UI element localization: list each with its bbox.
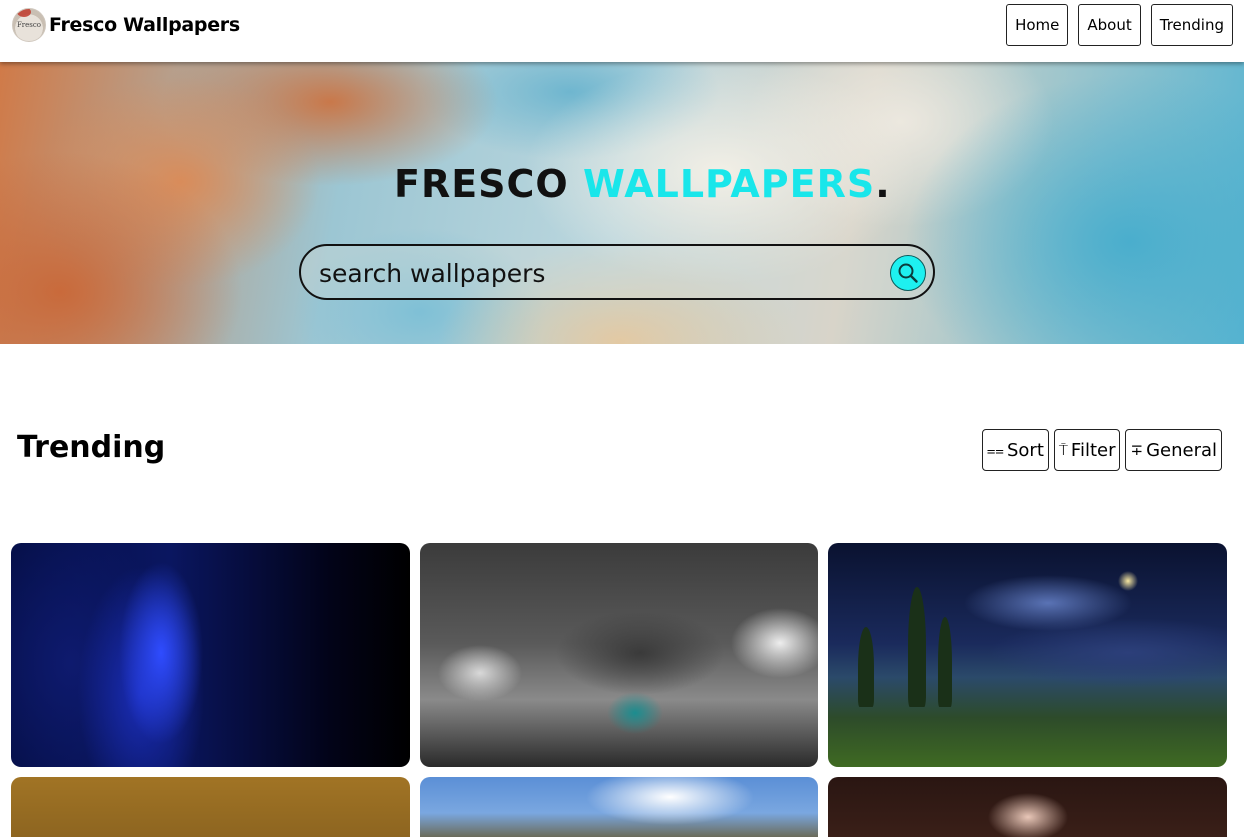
sort-button[interactable]: ⩵ Sort: [981, 429, 1049, 471]
wallpaper-card-mountain[interactable]: [420, 777, 818, 837]
hero-banner: FRESCO WALLPAPERS.: [0, 62, 1244, 344]
brand-name[interactable]: Fresco Wallpapers: [49, 14, 240, 36]
wallpaper-card-anime[interactable]: [828, 777, 1227, 837]
wallpaper-card-starry-sky[interactable]: [11, 543, 410, 767]
nav-home[interactable]: Home: [1006, 4, 1069, 46]
search-input[interactable]: [317, 254, 881, 292]
hero-title: FRESCO WALLPAPERS.: [394, 162, 891, 206]
logo-text: Fresco: [16, 21, 42, 29]
wallpaper-card-abstract-mech[interactable]: [420, 543, 818, 767]
wallpaper-card-golden[interactable]: [11, 777, 410, 837]
general-label: General: [1146, 439, 1217, 461]
sort-icon: ⩵: [986, 441, 1004, 459]
hero-title-wallpapers: WALLPAPERS: [582, 162, 876, 206]
brand-logo[interactable]: Fresco: [12, 8, 46, 42]
search-button[interactable]: [890, 255, 926, 291]
tree-shape: [858, 627, 874, 707]
section-title-trending: Trending: [17, 430, 166, 465]
general-icon: ∓: [1130, 441, 1144, 459]
filter-label: Filter: [1070, 439, 1116, 461]
toolbar: ⩵ Sort ⍑ Filter ∓ General: [981, 429, 1222, 471]
brand[interactable]: Fresco Fresco Wallpapers: [12, 8, 240, 42]
hero-title-fresco: FRESCO: [394, 162, 569, 206]
search-bar: [299, 244, 935, 300]
general-button[interactable]: ∓ General: [1125, 429, 1222, 471]
hero-title-dot: .: [875, 162, 891, 206]
umbrella-icon: ⍑: [1058, 441, 1068, 459]
tree-shape: [908, 587, 926, 707]
wallpaper-grid: [11, 543, 1227, 837]
sort-label: Sort: [1006, 439, 1044, 461]
filter-button[interactable]: ⍑ Filter: [1053, 429, 1121, 471]
main-nav: Home About Trending: [1006, 4, 1233, 46]
nav-trending[interactable]: Trending: [1150, 4, 1233, 46]
search-icon: [898, 263, 918, 283]
top-navbar: Fresco Fresco Wallpapers Home About Tren…: [0, 0, 1244, 62]
nav-about[interactable]: About: [1078, 4, 1141, 46]
wallpaper-card-night-landscape[interactable]: [828, 543, 1227, 767]
tree-shape: [938, 617, 952, 707]
